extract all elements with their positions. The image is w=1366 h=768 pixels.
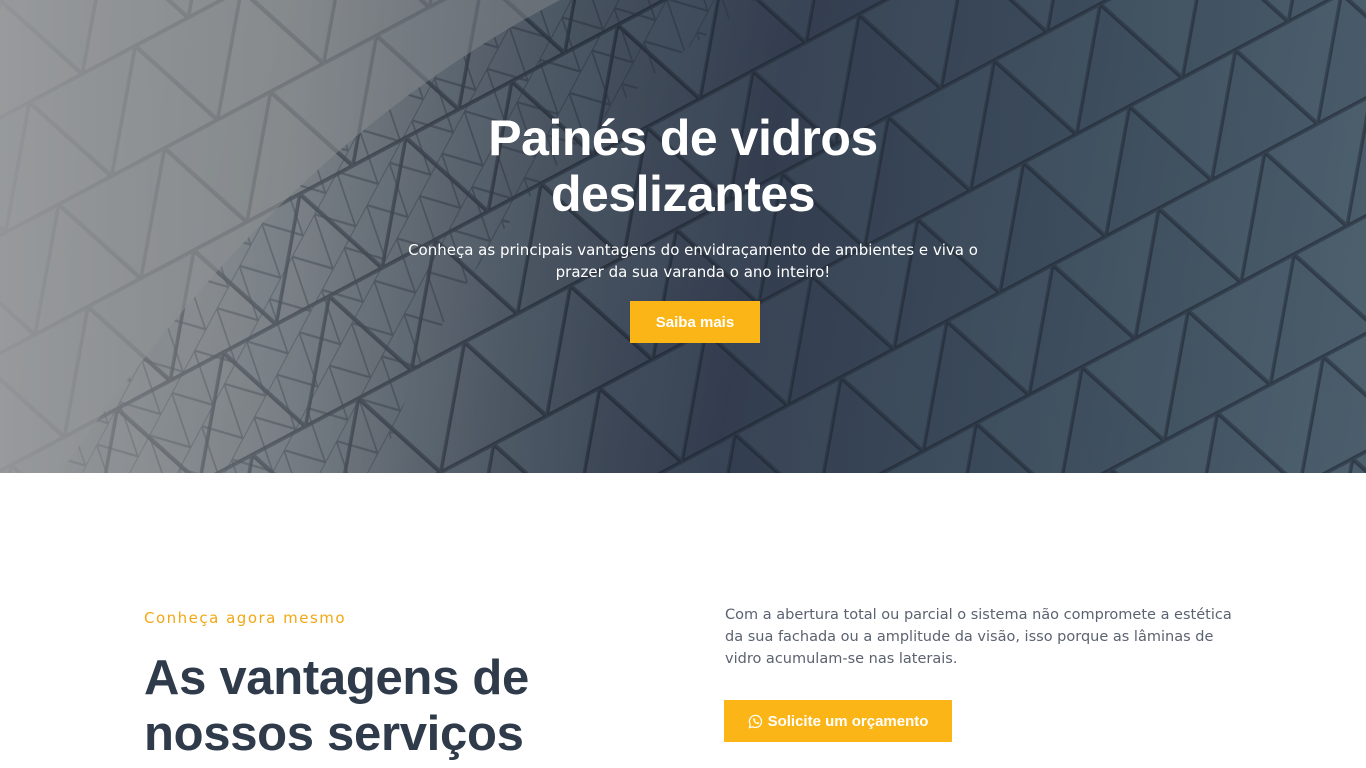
learn-more-label: Saiba mais xyxy=(655,313,735,331)
section-title: As vantagens de nossos serviços xyxy=(144,651,529,761)
hero-subtitle: Conheça as principais vantagens do envid… xyxy=(408,241,978,281)
request-quote-button[interactable]: Solicite um orçamento xyxy=(724,700,952,742)
hero-background-image xyxy=(0,0,1366,473)
hero-title: Painés de vidros deslizantes xyxy=(488,110,878,222)
request-quote-label: Solicite um orçamento xyxy=(767,712,929,730)
section-eyebrow: Conheça agora mesmo xyxy=(144,609,347,627)
whatsapp-icon xyxy=(748,714,762,728)
section-description: Com a abertura total ou parcial o sistem… xyxy=(725,607,1232,667)
learn-more-button[interactable]: Saiba mais xyxy=(630,301,760,343)
hero-section: Painés de vidros deslizantes Conheça as … xyxy=(0,0,1366,473)
